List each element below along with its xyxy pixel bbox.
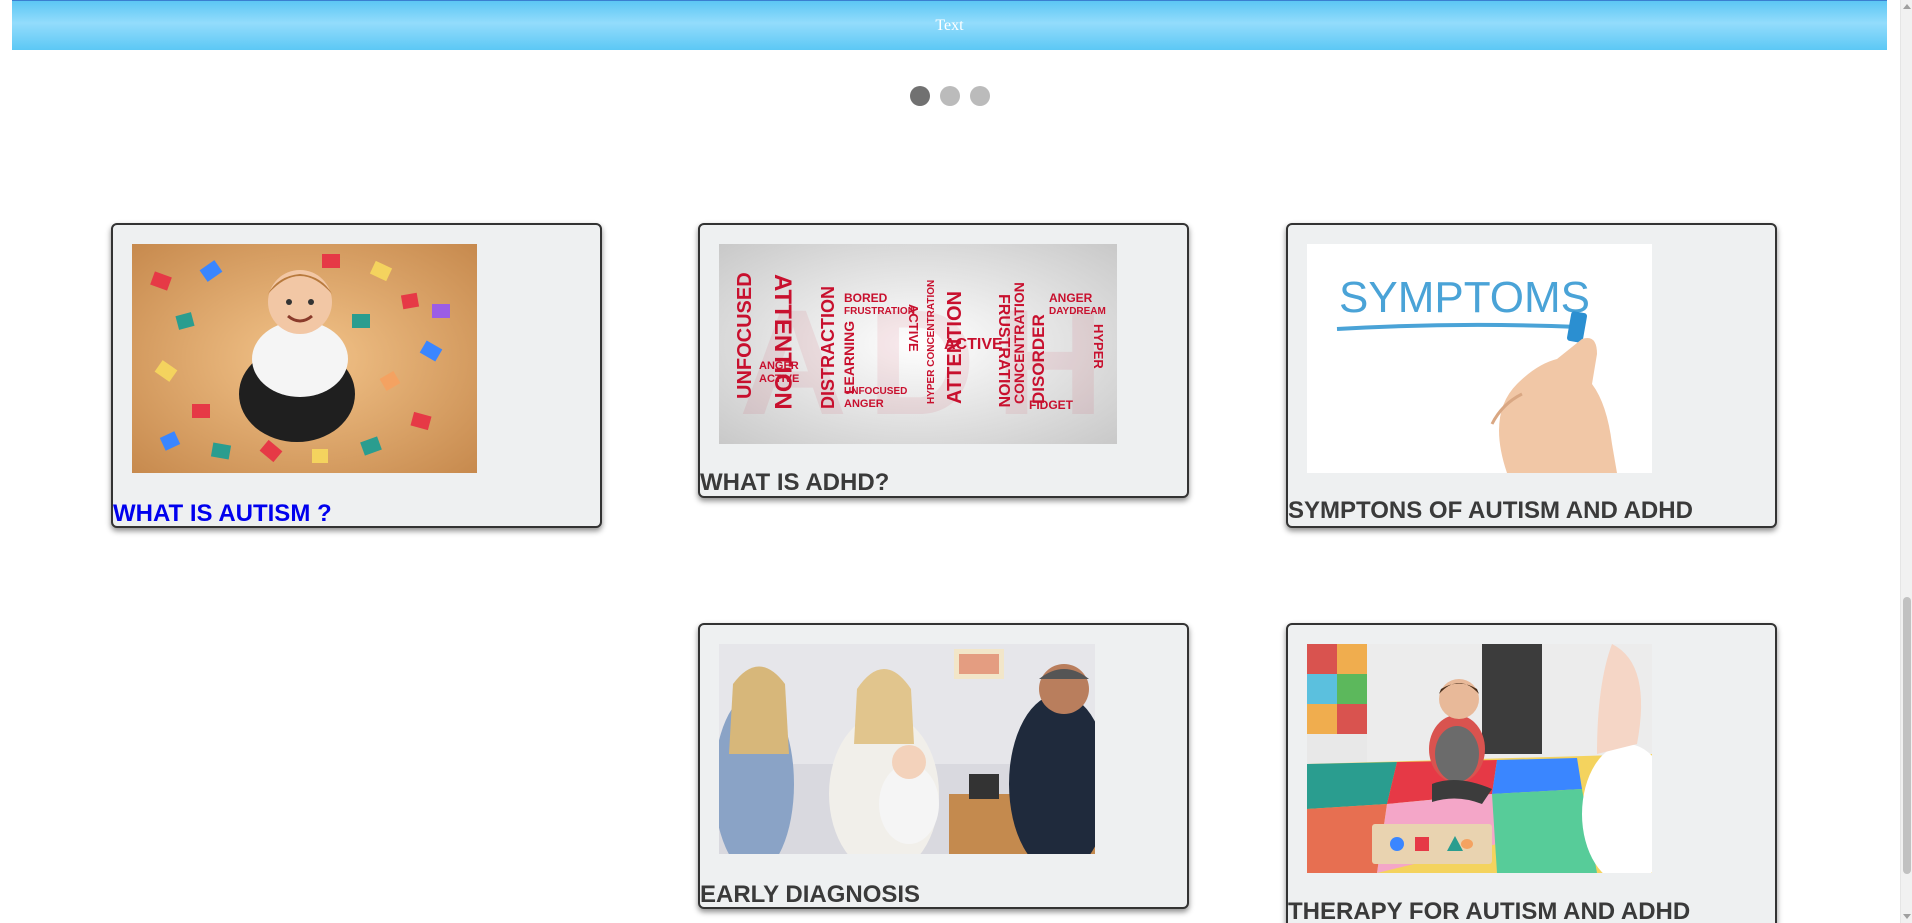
banner-caption: Text (935, 16, 964, 34)
card-title-adhd[interactable]: WHAT IS ADHD? (700, 469, 1187, 496)
card-title-autism[interactable]: WHAT IS AUTISM ? (113, 500, 600, 526)
slide-dot-2[interactable] (940, 86, 960, 106)
adhd-wordcloud-image: UNFOCUSED ATTENTION ANGER ACTIVE DISTRAC… (719, 244, 1117, 444)
scroll-thumb[interactable] (1903, 597, 1911, 874)
therapy-image (1307, 644, 1652, 873)
card-title-early-diagnosis[interactable]: EARLY DIAGNOSIS (700, 881, 1187, 907)
card-title-therapy[interactable]: THERAPY FOR AUTISM AND ADHD (1288, 898, 1775, 923)
slideshow-dots (910, 86, 990, 106)
vertical-scrollbar[interactable] (1900, 0, 1912, 923)
svg-text:ADHD: ADHD (739, 278, 1117, 444)
scroll-up-arrow-icon[interactable] (1903, 4, 1911, 9)
card-therapy[interactable]: THERAPY FOR AUTISM AND ADHD (1286, 623, 1777, 923)
autism-puzzle-image (132, 244, 477, 473)
card-early-diagnosis[interactable]: EARLY DIAGNOSIS (698, 623, 1189, 909)
card-what-is-adhd[interactable]: UNFOCUSED ATTENTION ANGER ACTIVE DISTRAC… (698, 223, 1189, 498)
scroll-down-arrow-icon[interactable] (1903, 914, 1911, 919)
slideshow-caption-banner: Text (12, 0, 1887, 50)
symptoms-image: SYMPTOMS (1307, 244, 1652, 473)
card-what-is-autism[interactable]: WHAT IS AUTISM ? (111, 223, 602, 528)
slide-dot-3[interactable] (970, 86, 990, 106)
early-diagnosis-image (719, 644, 1095, 854)
slide-dot-1[interactable] (910, 86, 930, 106)
card-symptoms[interactable]: SYMPTOMS SYMPTONS OF AUTISM AND ADHD (1286, 223, 1777, 528)
svg-text:SYMPTOMS: SYMPTOMS (1339, 273, 1590, 322)
card-title-symptoms[interactable]: SYMPTONS OF AUTISM AND ADHD (1288, 497, 1775, 525)
